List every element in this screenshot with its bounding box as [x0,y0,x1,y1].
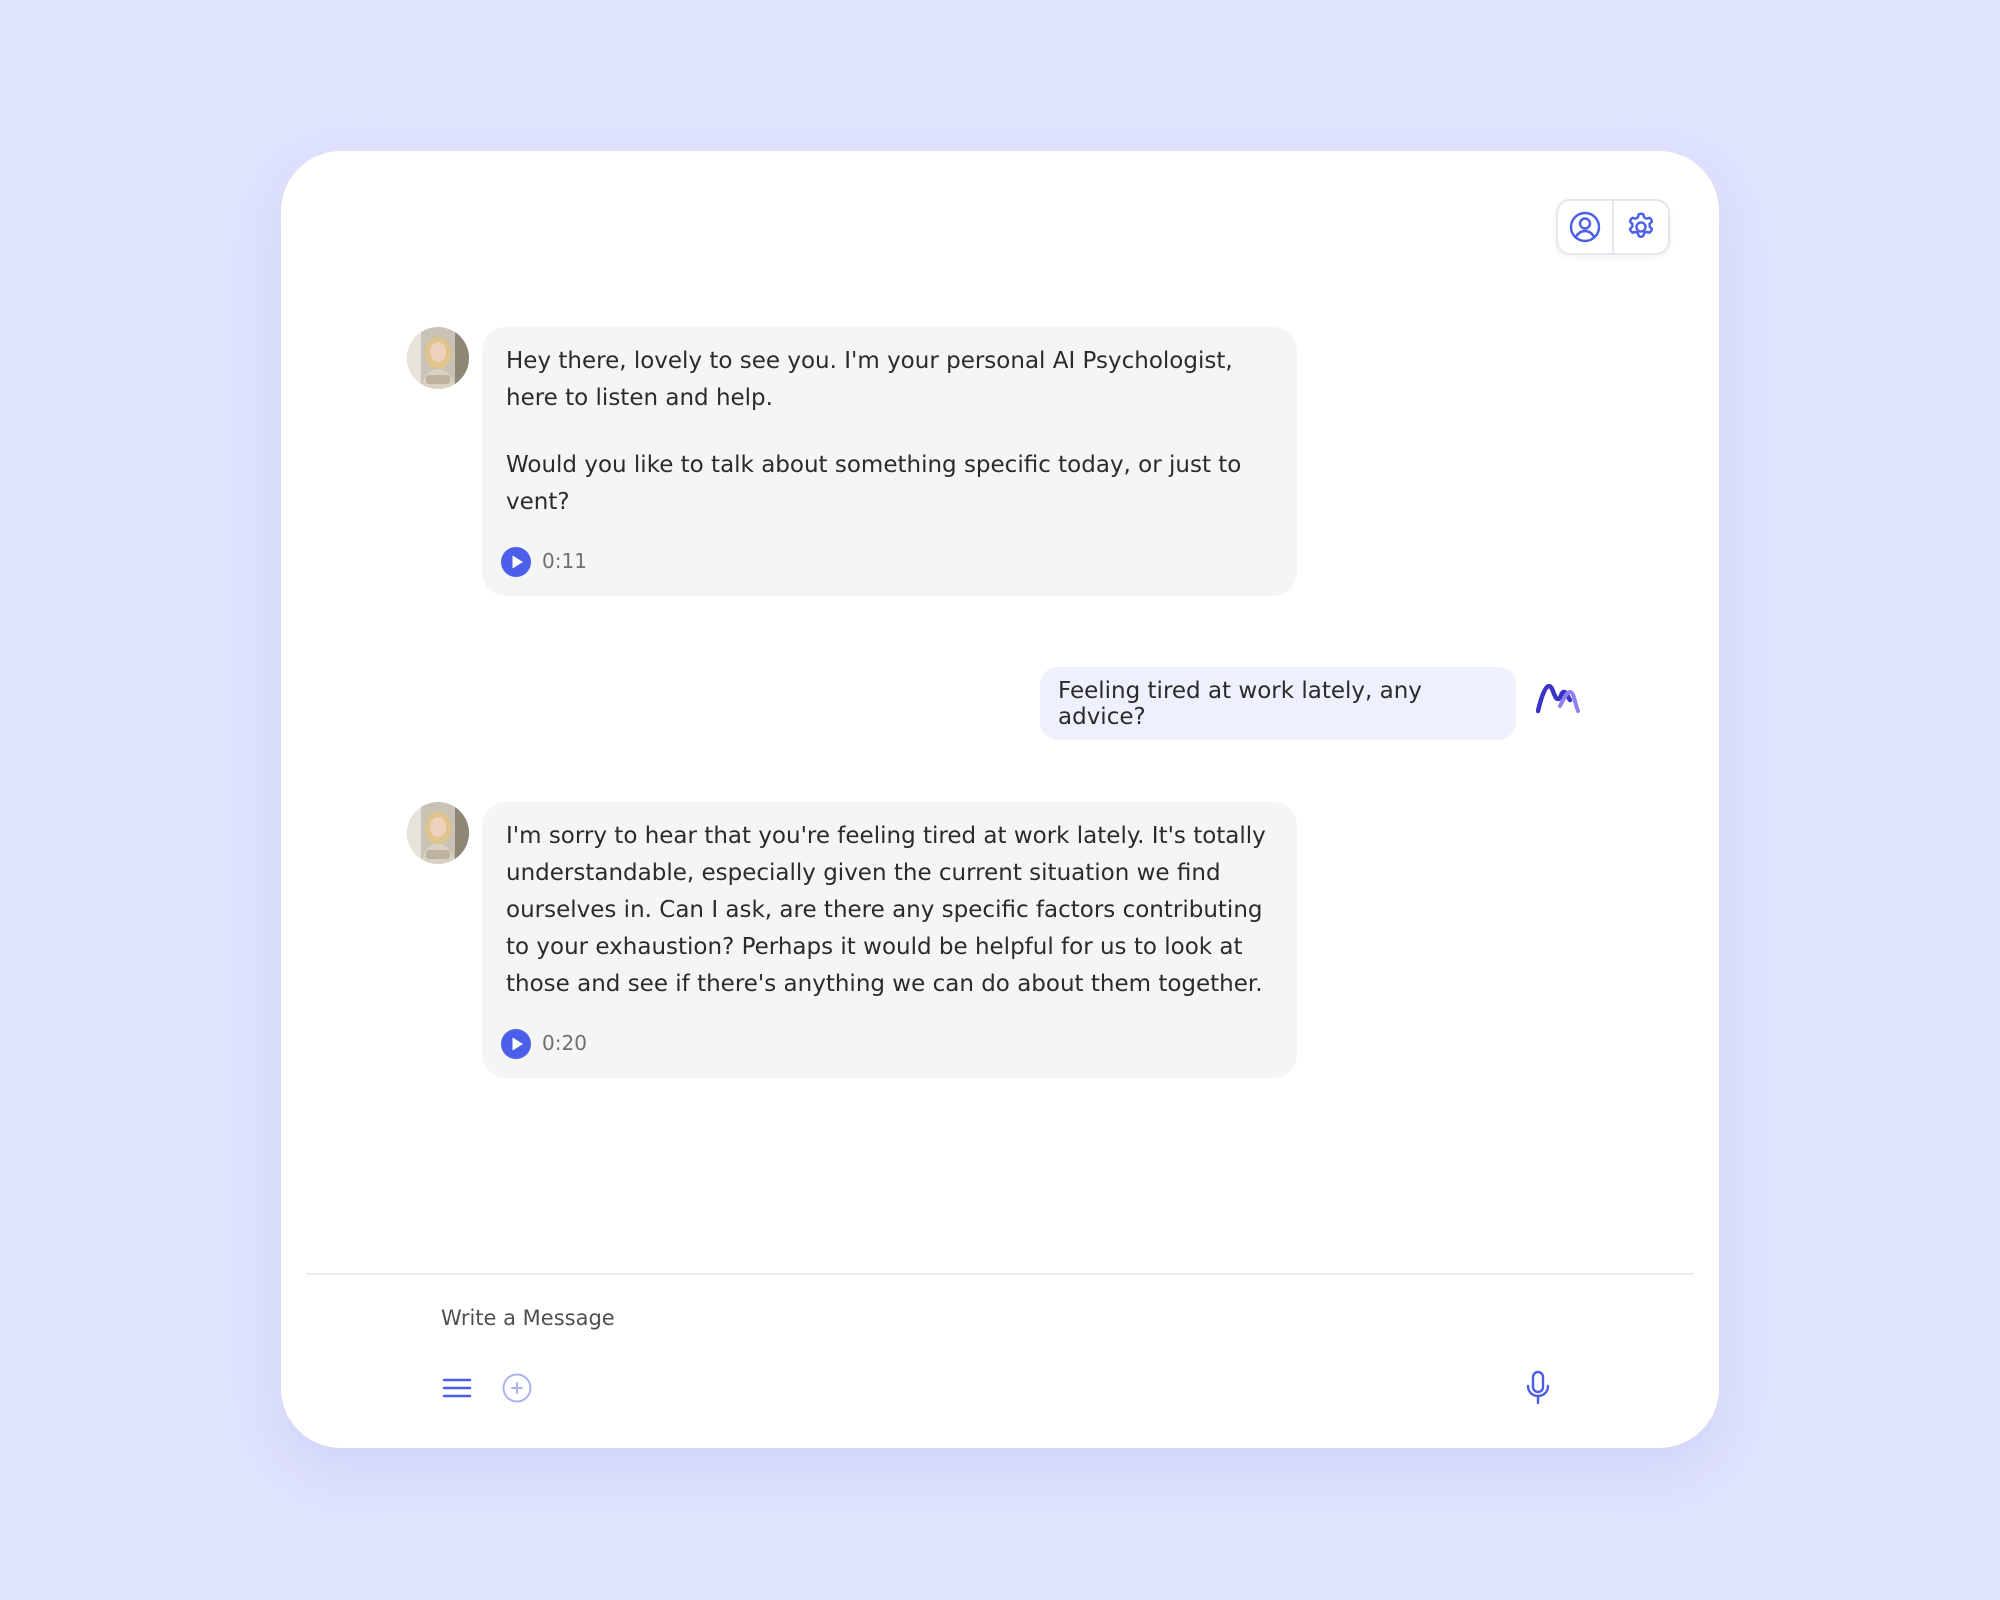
bot-message: Hey there, lovely to see you. I'm your p… [407,327,1297,596]
play-icon[interactable] [500,546,532,578]
message-text: Hey there, lovely to see you. I'm your p… [506,348,1233,411]
voice-input-button[interactable] [1521,1369,1555,1407]
message-text: I'm sorry to hear that you're feeling ti… [506,823,1266,997]
audio-player: 0:20 [500,1025,1273,1062]
microphone-icon [1526,1370,1550,1405]
brand-logo-icon [1536,683,1580,713]
add-icon [502,1373,532,1403]
bot-message-bubble: I'm sorry to hear that you're feeling ti… [482,802,1297,1078]
user-circle-icon [1569,211,1601,243]
top-actions [1556,199,1670,255]
audio-duration: 0:11 [542,549,587,573]
avatar [407,802,469,864]
audio-player: 0:11 [500,543,1273,580]
audio-duration: 0:20 [542,1031,587,1055]
user-message: Feeling tired at work lately, any advice… [1040,667,1580,740]
composer-divider [306,1273,1694,1275]
message-text: Would you like to talk about something s… [506,452,1242,515]
psychologist-avatar-image [407,327,469,389]
add-button[interactable] [501,1372,533,1404]
avatar [407,327,469,389]
settings-button[interactable] [1612,201,1668,253]
psychologist-avatar-image [407,802,469,864]
menu-icon [442,1378,472,1398]
message-input[interactable] [441,1306,1341,1330]
message-text: Feeling tired at work lately, any advice… [1058,677,1422,730]
user-message-bubble: Feeling tired at work lately, any advice… [1040,667,1516,740]
bot-message-bubble: Hey there, lovely to see you. I'm your p… [482,327,1297,596]
profile-button[interactable] [1558,201,1612,253]
chat-window: Hey there, lovely to see you. I'm your p… [281,151,1719,1448]
play-icon[interactable] [500,1028,532,1060]
gear-icon [1628,212,1654,238]
bot-message: I'm sorry to hear that you're feeling ti… [407,802,1297,1078]
menu-button[interactable] [441,1372,473,1404]
